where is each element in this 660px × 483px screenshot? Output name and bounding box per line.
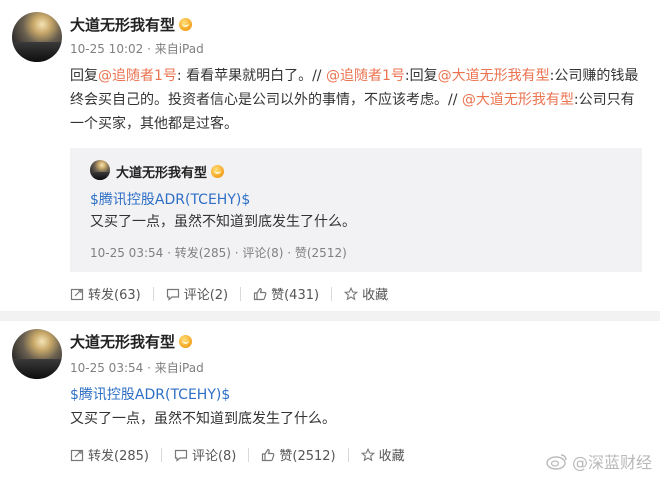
vip-badge-icon — [179, 18, 193, 31]
mention-link[interactable]: @大道无形我有型 — [438, 68, 550, 84]
quoted-text: 又买了一点，虽然不知道到底发生了什么。 — [90, 214, 356, 230]
post-card: 大道无形我有型 10-25 10:02 · 来自iPad 回复@追随者1号: 看… — [0, 0, 660, 311]
repost-label[interactable]: 转发(63) — [88, 284, 141, 303]
like-button[interactable]: 赞(2512) — [261, 445, 336, 464]
quoted-meta: 10-25 03:54 · 转发(285) · 评论(8) · 赞(2512) — [90, 246, 347, 260]
quoted-author-name-text[interactable]: 大道无形我有型 — [116, 166, 207, 181]
thumbs-up-icon — [262, 448, 275, 461]
text-segment: : 看看苹果就明白了。// — [176, 68, 326, 84]
author-name[interactable]: 大道无形我有型 — [70, 331, 193, 352]
divider — [152, 286, 154, 301]
post-meta: 10-25 10:02 · 来自iPad — [70, 42, 204, 56]
stock-tag[interactable]: $腾讯控股ADR(TCEHY)$ — [70, 383, 230, 407]
watermark: @深蓝财经 — [546, 449, 652, 473]
post-text: 回复@追随者1号: 看看苹果就明白了。// @追随者1号:回复@大道无形我有型:… — [70, 64, 645, 136]
favorite-label[interactable]: 收藏 — [362, 284, 388, 303]
divider — [160, 447, 162, 462]
comment-label[interactable]: 评论(8) — [192, 445, 236, 464]
like-button[interactable]: 赞(431) — [253, 284, 319, 303]
star-icon — [344, 286, 359, 300]
comment-button[interactable]: 评论(8) — [174, 445, 236, 464]
author-name-text[interactable]: 大道无形我有型 — [70, 333, 175, 351]
divider — [248, 447, 250, 462]
favorite-label[interactable]: 收藏 — [379, 445, 405, 464]
quoted-author-avatar[interactable] — [90, 160, 110, 180]
repost-label[interactable]: 转发(285) — [88, 445, 149, 464]
repost-button[interactable]: 转发(285) — [70, 445, 149, 464]
author-avatar[interactable] — [12, 329, 62, 379]
like-label[interactable]: 赞(2512) — [279, 445, 335, 464]
repost-button[interactable]: 转发(63) — [70, 284, 141, 303]
like-label[interactable]: 赞(431) — [271, 284, 319, 303]
divider — [331, 286, 333, 301]
vip-badge-icon — [211, 165, 225, 178]
text-segment: 回复 — [70, 68, 98, 84]
post-separator — [0, 311, 660, 321]
thumbs-up-icon — [254, 287, 267, 300]
comment-icon — [174, 449, 188, 462]
comment-label[interactable]: 评论(2) — [184, 284, 228, 303]
favorite-button[interactable]: 收藏 — [360, 445, 405, 464]
divider — [240, 286, 242, 301]
comment-button[interactable]: 评论(2) — [166, 284, 228, 303]
action-bar: 转发(285) 评论(8) 赞(2512) 收藏 — [70, 445, 405, 464]
comment-icon — [166, 288, 179, 301]
author-avatar[interactable] — [12, 12, 62, 62]
post-meta: 10-25 03:54 · 来自iPad — [70, 361, 204, 375]
vip-badge-icon — [179, 335, 193, 348]
watermark-text: @深蓝财经 — [571, 453, 652, 472]
quoted-author-name[interactable]: 大道无形我有型 — [116, 162, 225, 181]
quoted-stock-tag[interactable]: $腾讯控股ADR(TCEHY)$ — [90, 188, 250, 212]
quoted-post[interactable]: 大道无形我有型 $腾讯控股ADR(TCEHY)$ 又买了一点，虽然不知道到底发生… — [70, 148, 642, 272]
mention-link[interactable]: @追随者1号 — [326, 68, 405, 84]
mention-link[interactable]: @大道无形我有型 — [462, 92, 574, 108]
action-bar: 转发(63) 评论(2) 赞(431) 收藏 — [70, 284, 388, 303]
post-text: 又买了一点，虽然不知道到底发生了什么。 — [70, 411, 336, 427]
mention-link[interactable]: @追随者1号 — [98, 68, 177, 84]
text-segment: :回复 — [404, 68, 438, 84]
divider — [347, 447, 349, 462]
repost-icon — [70, 288, 84, 300]
repost-icon — [70, 449, 84, 461]
author-name[interactable]: 大道无形我有型 — [70, 14, 193, 35]
favorite-button[interactable]: 收藏 — [344, 284, 388, 303]
author-name-text[interactable]: 大道无形我有型 — [70, 16, 175, 34]
star-icon — [360, 447, 375, 461]
weibo-logo-icon — [546, 454, 567, 470]
